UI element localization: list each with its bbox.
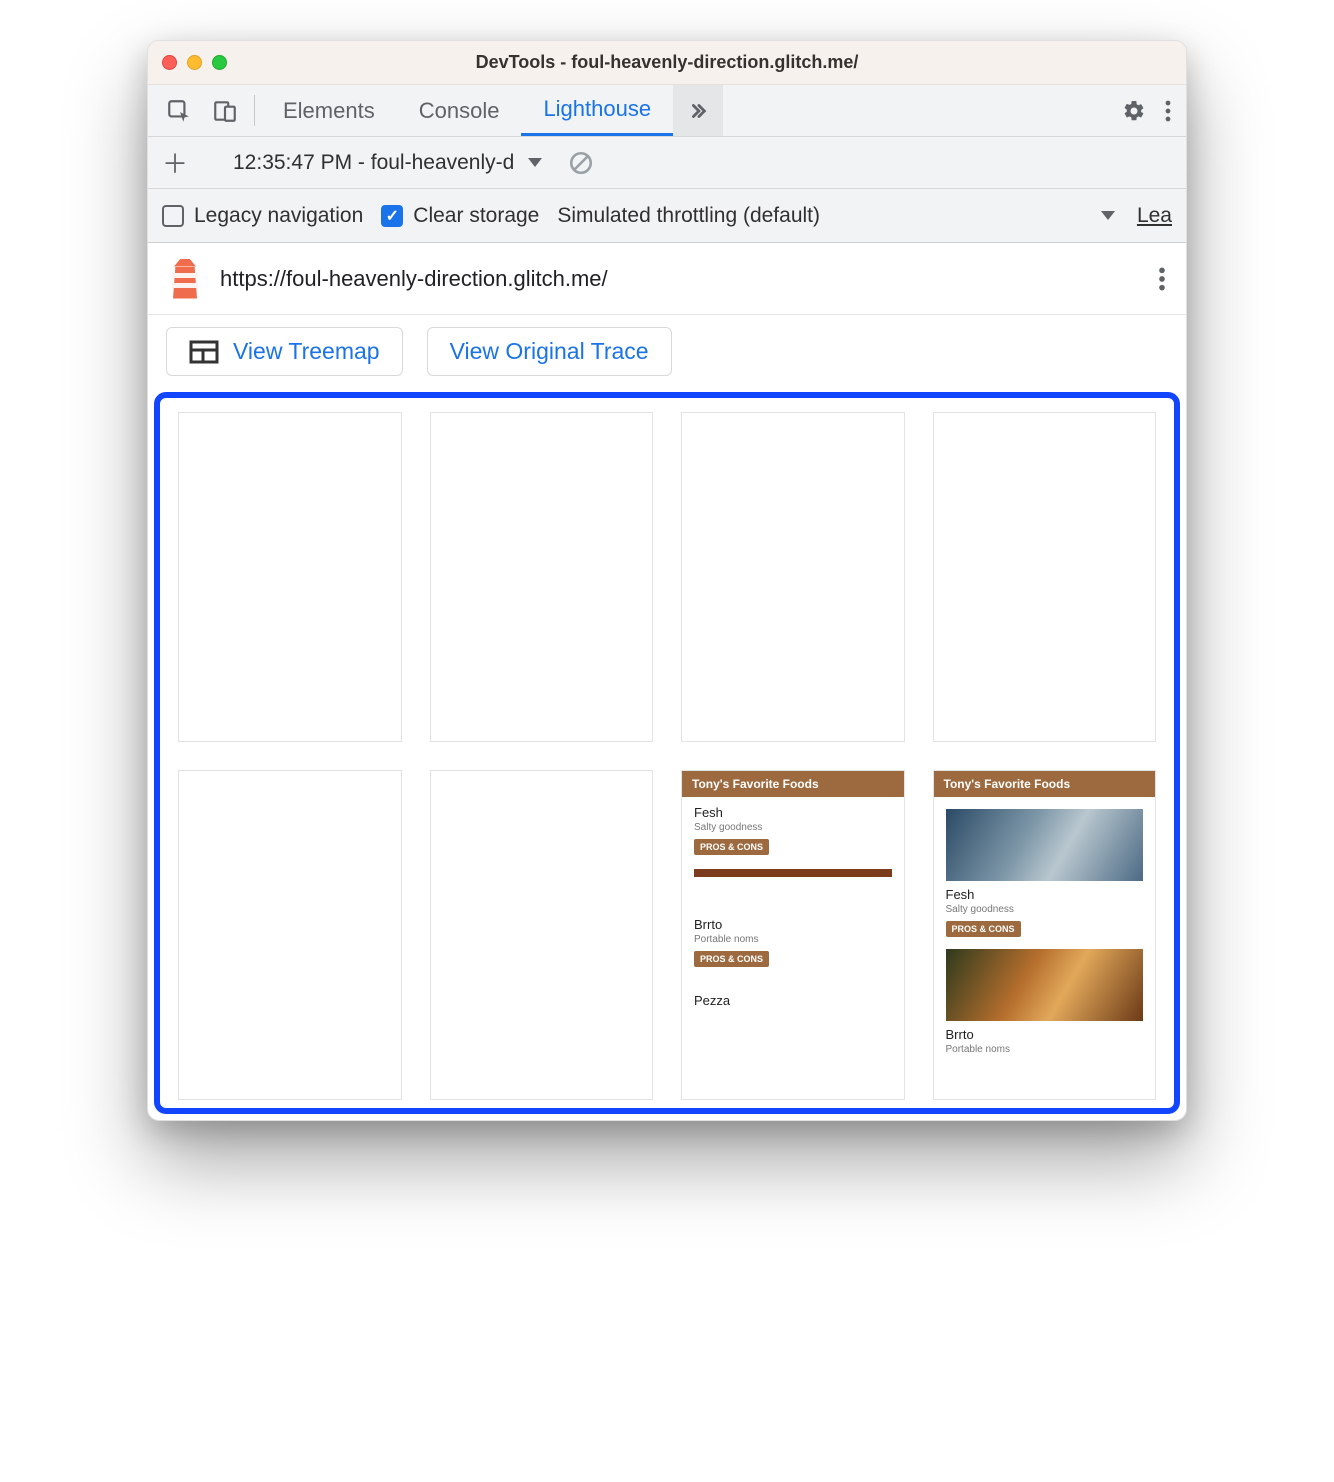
run-dropdown-label: 12:35:47 PM - foul-heavenly-d: [233, 151, 514, 175]
minimize-window-button[interactable]: [187, 55, 202, 70]
checkbox-checked-icon: [381, 205, 403, 227]
view-treemap-label: View Treemap: [233, 338, 380, 365]
throttling-label: Simulated throttling (default): [557, 204, 820, 228]
legacy-nav-label: Legacy navigation: [194, 204, 363, 228]
mini-item-sub: Portable noms: [694, 934, 892, 945]
chevron-down-icon[interactable]: [1101, 211, 1115, 220]
clear-storage-label: Clear storage: [413, 204, 539, 228]
run-dropdown[interactable]: 12:35:47 PM - foul-heavenly-d: [229, 149, 546, 177]
tab-console[interactable]: Console: [397, 85, 522, 136]
separator: [254, 95, 255, 126]
report-options-kebab-icon[interactable]: [1158, 266, 1166, 292]
view-original-trace-button[interactable]: View Original Trace: [427, 327, 672, 376]
mini-image: [946, 809, 1144, 881]
filmstrip-frame[interactable]: [933, 412, 1157, 742]
legacy-nav-checkbox[interactable]: Legacy navigation: [162, 204, 363, 228]
mini-item-title: Fesh: [694, 805, 892, 820]
zoom-window-button[interactable]: [212, 55, 227, 70]
clear-run-icon[interactable]: [568, 150, 594, 176]
close-window-button[interactable]: [162, 55, 177, 70]
clear-storage-checkbox[interactable]: Clear storage: [381, 204, 539, 228]
panel-tabs: Elements Console Lighthouse: [148, 85, 1186, 137]
mini-item-sub: Salty goodness: [694, 822, 892, 833]
mini-image: [946, 949, 1144, 1021]
filmstrip-frame[interactable]: [681, 412, 905, 742]
mini-item-sub: Salty goodness: [946, 904, 1144, 915]
filmstrip-frame[interactable]: Tony's Favorite Foods Fesh Salty goodnes…: [681, 770, 905, 1100]
mini-item-title: Fesh: [946, 887, 1144, 902]
mini-item-btn: PROS & CONS: [694, 839, 769, 855]
filmstrip-grid: Tony's Favorite Foods Fesh Salty goodnes…: [178, 412, 1156, 1100]
mini-item-btn: PROS & CONS: [946, 921, 1021, 937]
filmstrip-frame[interactable]: Tony's Favorite Foods Fesh Salty goodnes…: [933, 770, 1157, 1100]
view-treemap-button[interactable]: View Treemap: [166, 327, 403, 376]
filmstrip-frame[interactable]: [178, 770, 402, 1100]
view-original-trace-label: View Original Trace: [450, 338, 649, 365]
inspect-element-icon[interactable]: [156, 85, 202, 136]
device-toolbar-icon[interactable]: [202, 85, 248, 136]
mini-item-sub: Portable noms: [946, 1044, 1144, 1055]
mini-page-header: Tony's Favorite Foods: [682, 771, 904, 797]
new-run-button[interactable]: ＋: [158, 144, 192, 181]
filmstrip-frame[interactable]: [430, 770, 654, 1100]
more-options-kebab-icon[interactable]: [1164, 99, 1172, 123]
filmstrip-frame[interactable]: [430, 412, 654, 742]
lighthouse-logo-icon: [168, 259, 202, 299]
checkbox-unchecked-icon: [162, 205, 184, 227]
treemap-icon: [189, 340, 219, 364]
run-selector-row: ＋ 12:35:47 PM - foul-heavenly-d: [148, 137, 1186, 189]
more-tabs-button[interactable]: [673, 85, 723, 136]
chevron-down-icon: [528, 158, 542, 167]
mini-item-title: Brrto: [946, 1027, 1144, 1042]
overflow-link[interactable]: Lea: [1137, 204, 1172, 228]
filmstrip-frame[interactable]: [178, 412, 402, 742]
mini-item-title: Pezza: [694, 993, 892, 1008]
mini-item-title: Brrto: [694, 917, 892, 932]
window-title: DevTools - foul-heavenly-direction.glitc…: [148, 52, 1186, 73]
tab-elements[interactable]: Elements: [261, 85, 397, 136]
devtools-window: DevTools - foul-heavenly-direction.glitc…: [147, 40, 1187, 1121]
action-buttons: View Treemap View Original Trace: [148, 315, 1186, 392]
mini-item-btn: PROS & CONS: [694, 951, 769, 967]
titlebar: DevTools - foul-heavenly-direction.glitc…: [148, 41, 1186, 85]
tab-lighthouse[interactable]: Lighthouse: [521, 85, 673, 136]
throttling-dropdown[interactable]: Simulated throttling (default): [557, 204, 820, 228]
filmstrip-highlight: Tony's Favorite Foods Fesh Salty goodnes…: [154, 392, 1180, 1114]
audited-url: https://foul-heavenly-direction.glitch.m…: [220, 266, 1140, 292]
traffic-lights: [162, 55, 227, 70]
mini-image-placeholder: [694, 869, 892, 877]
settings-gear-icon[interactable]: [1122, 99, 1146, 123]
mini-page-header: Tony's Favorite Foods: [934, 771, 1156, 797]
mini-page-body: Fesh Salty goodness PROS & CONS Brrto Po…: [934, 797, 1156, 1069]
mini-page-body: Fesh Salty goodness PROS & CONS Brrto Po…: [682, 797, 904, 1018]
options-row: Legacy navigation Clear storage Simulate…: [148, 189, 1186, 243]
url-row: https://foul-heavenly-direction.glitch.m…: [148, 243, 1186, 315]
